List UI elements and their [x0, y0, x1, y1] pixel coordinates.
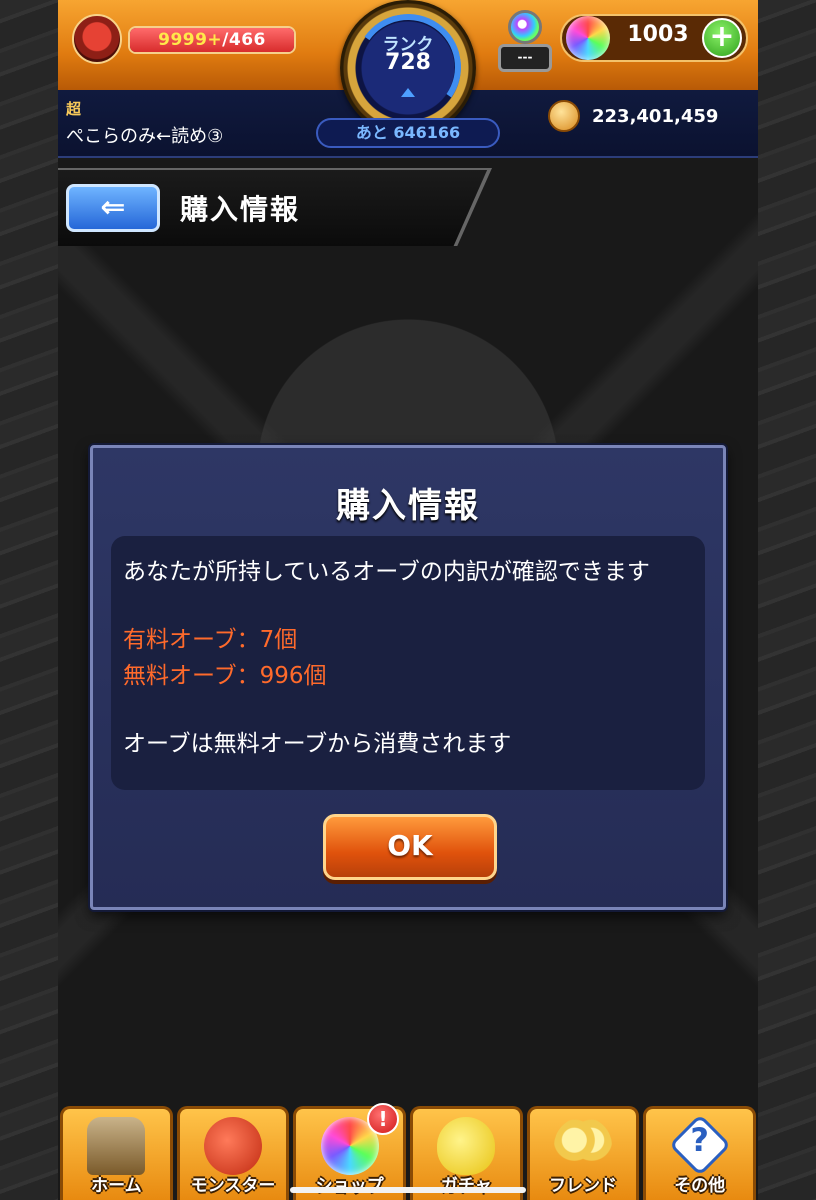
home-indicator[interactable]	[290, 1187, 526, 1193]
rank-caret-icon	[401, 88, 415, 97]
back-arrow-icon: ⇐	[100, 190, 126, 225]
device-label: ---	[498, 44, 552, 72]
coin-icon	[548, 100, 580, 132]
nav-home[interactable]: ホーム	[60, 1106, 173, 1200]
orb-count: 1003	[627, 22, 689, 47]
stamina-bar[interactable]: 9999+/466	[128, 26, 296, 54]
page-title: 購入情報	[180, 193, 301, 226]
user-rank-tag: 超	[66, 100, 82, 118]
nav-other[interactable]: ? その他	[643, 1106, 757, 1200]
stamina-max: /466	[222, 30, 266, 50]
nav-label: フレンド	[549, 1176, 618, 1196]
stamina-text: 9999+/466	[130, 30, 294, 50]
rank-next-exp: あと 646166	[316, 118, 500, 148]
nav-shop[interactable]: ! ショップ	[293, 1103, 407, 1200]
nav-gacha[interactable]: ガチャ	[410, 1106, 523, 1200]
gacha-egg-icon	[437, 1117, 496, 1175]
ok-button[interactable]: OK	[323, 814, 497, 880]
add-orb-button[interactable]: +	[702, 18, 742, 58]
dialog-body: あなたが所持しているオーブの内訳が確認できます 有料オーブ：7個 無料オーブ：9…	[111, 536, 705, 790]
question-mark-icon: ?	[690, 1121, 709, 1159]
monster-icon	[204, 1117, 262, 1175]
nav-label: モンスター	[190, 1176, 276, 1196]
dialog-title: 購入情報	[336, 486, 480, 526]
coin-count: 223,401,459	[592, 106, 719, 127]
friend-icon	[554, 1117, 613, 1175]
dialog-note: オーブは無料オーブから消費されます	[123, 731, 512, 757]
home-icon	[87, 1117, 146, 1175]
nav-label: その他	[674, 1176, 726, 1196]
nav-friend[interactable]: フレンド	[526, 1106, 640, 1200]
bottom-nav: ホーム モンスター ! ショップ ガチャ フレンド ? その他	[58, 1103, 758, 1200]
nav-label: ホーム	[91, 1176, 142, 1196]
device-gauge[interactable]: ---	[498, 10, 552, 72]
stamina-current: 9999+	[158, 30, 223, 50]
purchase-info-dialog: 購入情報 あなたが所持しているオーブの内訳が確認できます 有料オーブ：7個 無料…	[90, 445, 726, 910]
user-name: ぺこらのみ←読め③	[66, 126, 224, 147]
alert-badge-icon: !	[367, 1103, 400, 1135]
stamina-icon	[72, 14, 122, 64]
back-button[interactable]: ⇐	[66, 184, 160, 232]
nav-monster[interactable]: モンスター	[176, 1106, 290, 1200]
left-wall-decoration	[0, 0, 58, 1200]
device-orb-icon	[508, 10, 542, 44]
rank-value: 728	[385, 50, 431, 75]
free-orbs-count: 無料オーブ：996個	[123, 663, 327, 689]
dialog-description: あなたが所持しているオーブの内訳が確認できます	[123, 559, 650, 585]
paid-orbs-count: 有料オーブ：7個	[123, 627, 298, 653]
orb-icon	[566, 16, 610, 60]
right-wall-decoration	[758, 0, 816, 1200]
